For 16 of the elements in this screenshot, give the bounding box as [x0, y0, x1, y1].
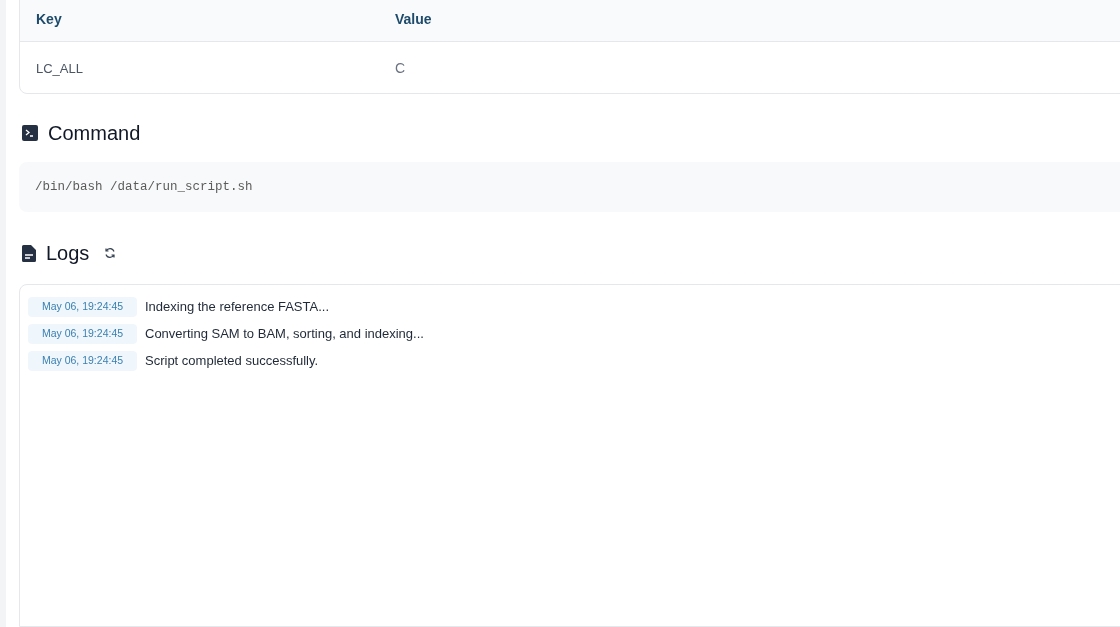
document-icon: [22, 244, 36, 262]
column-header: Value: [395, 11, 432, 27]
section-title: Logs: [46, 241, 90, 266]
timestamp-badge: May 06, 19:24:45: [28, 351, 137, 371]
terminal-icon: [22, 125, 38, 141]
command-block: /bin/bash /data/run_script.sh: [19, 162, 1120, 212]
column-header: Key: [36, 11, 62, 27]
log-message: Indexing the reference FASTA...: [145, 298, 330, 317]
log-message: Converting SAM to BAM, sorting, and indexing...: [145, 325, 424, 344]
section-title: Command: [48, 121, 141, 146]
timestamp-badge: May 06, 19:24:45: [28, 324, 137, 344]
table-cell: LC_ALL: [36, 60, 83, 76]
refresh-icon[interactable]: [104, 247, 117, 259]
table-cell: C: [395, 59, 406, 76]
log-message: Script completed successfully.: [145, 352, 319, 371]
timestamp-badge: May 06, 19:24:45: [28, 297, 137, 317]
